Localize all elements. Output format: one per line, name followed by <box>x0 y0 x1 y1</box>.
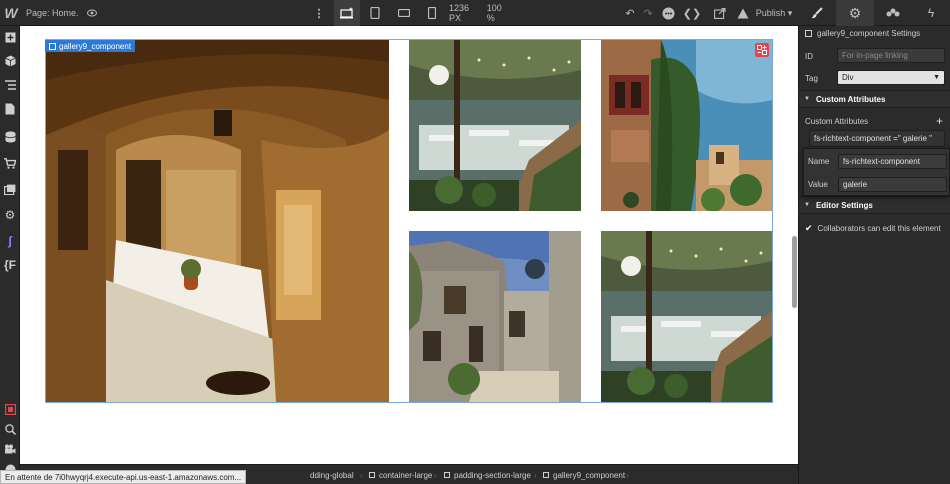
name-row: Name <box>808 154 829 169</box>
checkbox-checked-icon[interactable]: ✔ <box>805 223 813 234</box>
div-block-icon <box>49 42 56 50</box>
breakpoint-width: 1236 PX <box>449 3 470 23</box>
tag-label: Tag <box>805 73 818 83</box>
value-label: Value <box>808 180 828 189</box>
caret-down-icon: ▼ <box>804 96 810 102</box>
collaborators-row: ✔ Collaborators can edit this element <box>799 220 950 236</box>
code-icon[interactable]: ❮❯ <box>683 0 701 26</box>
undo-icon[interactable]: ↶ <box>621 0 639 26</box>
canvas-size-readout: 1236 PX 100 % <box>449 0 511 26</box>
page-selector[interactable]: Page: Home. <box>26 0 86 26</box>
publish-label: Publish <box>755 8 786 18</box>
export-icon[interactable] <box>711 0 729 26</box>
top-bar: W Page: Home. ⋮ 1236 PX 100 % ↶ ↷ ❮❯ Pub… <box>0 0 950 26</box>
breadcrumb-label: gallery9_component <box>553 470 626 480</box>
search-icon[interactable] <box>0 418 20 440</box>
chevron-right-icon: › <box>434 470 437 480</box>
selected-element-name: gallery9_component <box>59 41 132 51</box>
div-block-icon <box>805 29 812 37</box>
cms-icon[interactable] <box>0 126 20 148</box>
chevron-down-icon: ▾ <box>787 7 793 18</box>
breadcrumb-item[interactable]: gallery9_component <box>543 465 625 484</box>
gallery-image-village-street[interactable] <box>409 231 581 402</box>
element-settings-badge[interactable] <box>755 43 769 57</box>
breadcrumb-item[interactable]: padding-section-large <box>444 465 531 484</box>
attribute-value-input[interactable]: galerie <box>838 177 947 192</box>
div-block-icon <box>444 472 450 478</box>
finsweet-icon[interactable]: ʃ <box>0 230 20 252</box>
settings-panel: gallery9_component Settings ID For in-pa… <box>798 26 950 484</box>
browser-status-bar: En attente de 7i0hwyqrj4.execute-api.us-… <box>0 470 247 484</box>
left-toolbar: ⚙ ʃ {F <box>0 26 20 484</box>
video-icon[interactable] <box>0 438 20 460</box>
tablet-icon[interactable] <box>362 0 388 26</box>
custom-attribute-item[interactable]: fs-richtext-component =" galerie " <box>809 130 945 147</box>
chevron-right-icon: › <box>534 470 537 480</box>
add-icon[interactable] <box>0 26 20 48</box>
help-icon[interactable] <box>734 0 752 26</box>
design-canvas[interactable]: gallery9_component <box>20 26 798 464</box>
cube-icon[interactable] <box>0 50 20 72</box>
settings-gear-icon[interactable]: ⚙ <box>836 0 874 26</box>
lightning-icon[interactable]: ϟ <box>912 0 950 26</box>
settings-title-row: gallery9_component Settings <box>799 26 950 40</box>
desktop-star-icon[interactable] <box>334 0 360 26</box>
editor-settings-header[interactable]: ▼ Editor Settings <box>799 196 950 214</box>
eye-icon[interactable] <box>84 0 100 26</box>
chevron-down-icon: ▼ <box>933 74 940 81</box>
breadcrumb-label: dding-global <box>310 470 354 480</box>
id-input[interactable]: For in-page linking <box>837 48 945 63</box>
div-block-icon <box>369 472 375 478</box>
caret-down-icon: ▼ <box>804 202 810 208</box>
breadcrumb-label: container-large <box>379 470 433 480</box>
custom-attributes-title: Custom Attributes <box>815 94 886 104</box>
gallery-image-stone-passage[interactable] <box>46 40 389 402</box>
canvas-scrollbar[interactable] <box>792 236 797 308</box>
breadcrumb-item[interactable]: container-large <box>369 465 432 484</box>
publish-button[interactable]: Publish ▾ <box>752 0 796 26</box>
div-block-icon <box>543 472 549 478</box>
editor-settings-title: Editor Settings <box>815 200 873 210</box>
value-row: Value <box>808 177 828 192</box>
variables-icon[interactable]: {F <box>0 254 20 276</box>
add-attribute-icon[interactable]: + <box>936 114 943 128</box>
gallery-image-terrace-cafe[interactable] <box>409 40 581 211</box>
mobile-portrait-icon[interactable] <box>419 0 445 26</box>
interactions-icon[interactable] <box>874 0 912 26</box>
ecommerce-icon[interactable] <box>0 152 20 174</box>
breadcrumb-label: padding-section-large <box>454 470 531 480</box>
id-label: ID <box>805 51 813 61</box>
more-vertical-icon[interactable]: ⋮ <box>312 0 326 26</box>
style-brush-icon[interactable] <box>798 0 836 26</box>
selected-element-label[interactable]: gallery9_component <box>45 40 136 52</box>
record-icon[interactable] <box>0 398 20 420</box>
assets-icon[interactable] <box>0 178 20 200</box>
mobile-landscape-icon[interactable] <box>391 0 417 26</box>
tag-value: Div <box>842 73 854 82</box>
zoom-level[interactable]: 100 % <box>487 3 511 23</box>
attribute-edit-popover: Name fs-richtext-component Value galerie <box>803 148 950 196</box>
redo-icon[interactable]: ↷ <box>639 0 657 26</box>
custom-attributes-header[interactable]: ▼ Custom Attributes <box>799 90 950 108</box>
settings-icon[interactable]: ⚙ <box>0 204 20 226</box>
gallery-image-ivy-house[interactable] <box>601 40 772 211</box>
name-label: Name <box>808 157 830 166</box>
collaborators-label: Collaborators can edit this element <box>817 223 941 233</box>
custom-attributes-row: Custom Attributes + <box>799 114 950 128</box>
breadcrumb-item[interactable]: dding-global <box>310 465 354 484</box>
chevron-right-icon: › <box>360 470 363 480</box>
settings-title: gallery9_component Settings <box>817 28 921 38</box>
webflow-designer: W Page: Home. ⋮ 1236 PX 100 % ↶ ↷ ❮❯ Pub… <box>0 0 950 484</box>
gallery-image-terrace-cafe-2[interactable] <box>601 231 772 402</box>
chevron-right-icon: › <box>626 470 629 480</box>
custom-attributes-label: Custom Attributes <box>805 116 869 126</box>
tag-select[interactable]: Div ▼ <box>837 70 945 85</box>
pages-icon[interactable] <box>0 98 20 120</box>
navigator-icon[interactable] <box>0 74 20 96</box>
comment-icon[interactable] <box>659 0 677 26</box>
attribute-name-input[interactable]: fs-richtext-component <box>838 154 947 169</box>
webflow-logo[interactable]: W <box>0 0 22 26</box>
